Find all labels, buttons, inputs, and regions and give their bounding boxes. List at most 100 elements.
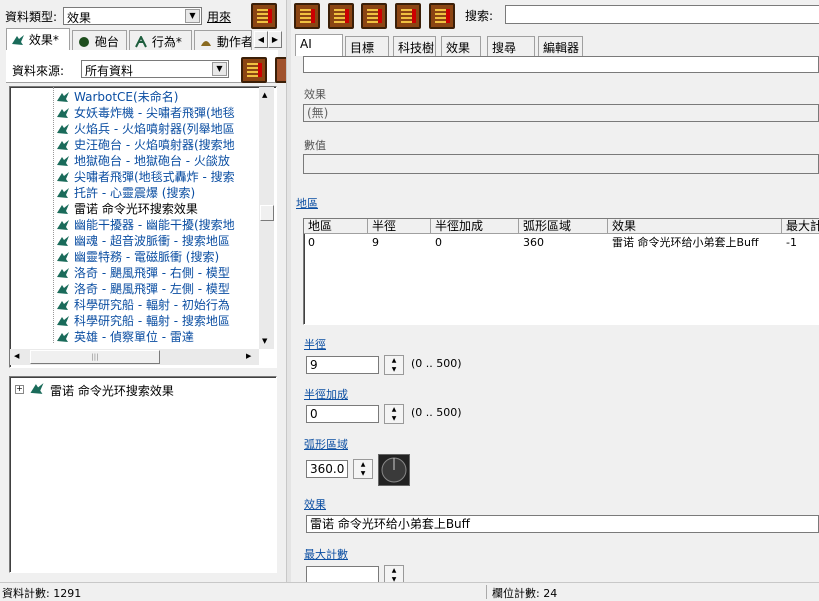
max-count-input[interactable] (306, 566, 379, 582)
radius-range: (0 .. 500) (411, 357, 462, 370)
area-grid[interactable]: 地區 半徑 半徑加成 弧形區域 效果 最大計 0 9 0 360 雷诺 命令光环… (303, 218, 819, 325)
tab-header-field[interactable] (303, 56, 819, 73)
tree-item-label: 女妖毒炸機 - 尖嘯者飛彈(地毯 (74, 106, 235, 120)
filter-toggle-icon[interactable] (251, 3, 277, 29)
table-view-icon[interactable] (294, 3, 320, 29)
tree-item[interactable]: 洛奇 - 颶風飛彈 - 左側 - 模型 (56, 281, 230, 297)
tree-item[interactable]: 史汪砲台 - 火焰噴射器(搜索地 (56, 137, 235, 153)
grid-cell: 9 (372, 236, 379, 249)
radius-link[interactable]: 半徑 (304, 336, 326, 352)
effect-icon (57, 204, 69, 214)
tab-editor[interactable]: 編輯器 (538, 36, 583, 56)
use-label[interactable]: 用來 (207, 8, 231, 25)
effect-icon (30, 383, 44, 394)
tree-item[interactable]: 幽靈特務 - 電磁脈衝 (搜索) (56, 249, 219, 265)
tree-item[interactable]: 雷诺 命令光环搜索效果 (56, 201, 198, 217)
effect2-field[interactable]: 雷诺 命令光环给小弟套上Buff (306, 515, 819, 533)
radius-bonus-input[interactable]: 0 (306, 405, 379, 423)
source-combo[interactable]: 所有資料 ▼ (81, 60, 229, 78)
edit-view-icon[interactable] (395, 3, 421, 29)
tab-ai[interactable]: AI (295, 34, 343, 56)
grid-cell: 0 (435, 236, 442, 249)
scroll-up-arrow[interactable]: ▲ (262, 91, 267, 99)
effect-icon (57, 284, 69, 294)
search-input[interactable] (505, 5, 819, 24)
tab-turret-label: 砲台 (94, 35, 119, 49)
list-view-icon[interactable] (241, 57, 267, 83)
tab-turret[interactable]: 砲台 (72, 30, 127, 50)
tree-item[interactable]: 火焰兵 - 火焰噴射器(列舉地區 (56, 121, 235, 137)
max-count-stepper[interactable]: ▲ ▼ (384, 565, 404, 582)
effect-field[interactable]: (無) (303, 104, 819, 122)
chevron-down-icon[interactable]: ▼ (185, 9, 200, 23)
tree-item[interactable]: 洛奇 - 颶風飛彈 - 右側 - 模型 (56, 265, 230, 281)
tab-scroll-right-button[interactable]: ▶ (268, 31, 282, 48)
radius-bonus-stepper[interactable]: ▲ ▼ (384, 404, 404, 424)
tab-actor[interactable]: 動作者 (194, 30, 252, 50)
value-field[interactable] (303, 154, 819, 174)
hscroll-thumb[interactable]: ||| (30, 350, 160, 364)
tree-item-label: 雷诺 命令光环搜索效果 (74, 202, 198, 216)
effect-icon (57, 268, 69, 278)
tab-behavior[interactable]: 行為* (129, 30, 192, 50)
tab-search-label: 搜尋 (492, 41, 517, 55)
export-view-icon[interactable] (429, 3, 455, 29)
effect-icon (57, 92, 69, 102)
tree-item[interactable]: 幽能干擾器 - 幽能干擾(搜索地 (56, 217, 235, 233)
tree-vscrollbar[interactable]: ▲ ▼ (259, 87, 274, 349)
tab-target[interactable]: 目標 (345, 36, 389, 56)
tab-editor-label: 編輯器 (543, 41, 580, 55)
scroll-left-arrow[interactable]: ◀ (14, 352, 19, 360)
tree-item-label: 科學研究船 - 輻射 - 搜索地區 (74, 314, 230, 328)
scroll-thumb[interactable] (260, 205, 274, 221)
arc-dial[interactable] (378, 454, 410, 486)
tree-item[interactable]: WarbotCE(未命名) (56, 89, 178, 105)
tree-item[interactable]: 英雄 - 偵察單位 - 雷達 (56, 329, 194, 345)
tree-item-label: 幽魂 - 超音波脈衝 - 搜索地區 (74, 234, 230, 248)
status-bar: 資料計數: 1291 欄位計數: 24 (0, 582, 819, 601)
tab-tech-tree[interactable]: 科技樹 (393, 36, 436, 56)
tree-item[interactable]: 地獄砲台 - 地獄砲台 - 火燄放 (56, 153, 230, 169)
radius-input[interactable]: 9 (306, 356, 379, 374)
arc-input[interactable]: 360.0 (306, 460, 348, 478)
tree-item[interactable]: 女妖毒炸機 - 尖嘯者飛彈(地毯 (56, 105, 235, 121)
data-type-combo[interactable]: 效果 ▼ (63, 7, 202, 25)
tab-effect-right-label: 效果 (446, 41, 471, 55)
tree-item-label: 英雄 - 偵察單位 - 雷達 (74, 330, 194, 344)
search-label: 搜索: (465, 9, 494, 23)
tree-item[interactable]: 托許 - 心靈震爆 (搜索) (56, 185, 195, 201)
area-link[interactable]: 地區 (296, 195, 318, 211)
effect-icon (57, 252, 69, 262)
table-row[interactable]: 0 9 0 360 雷诺 命令光环给小弟套上Buff -1 (304, 219, 819, 251)
tab-effect-right[interactable]: 效果 (441, 36, 481, 56)
tab-scroll-left-button[interactable]: ◀ (254, 31, 268, 48)
expand-box-icon[interactable]: + (15, 385, 24, 394)
tree-item[interactable]: 科學研究船 - 輻射 - 搜索地區 (56, 313, 230, 329)
turret-icon (79, 37, 89, 47)
columns-view-icon[interactable] (328, 3, 354, 29)
grid-view-icon[interactable] (361, 3, 387, 29)
radius-stepper[interactable]: ▲ ▼ (384, 355, 404, 375)
max-count-link[interactable]: 最大計數 (304, 546, 348, 562)
chevron-down-icon[interactable]: ▼ (212, 62, 227, 76)
tree-item[interactable]: 尖嘯者飛彈(地毯式轟炸 - 搜索 (56, 169, 235, 185)
radius-bonus-link[interactable]: 半徑加成 (304, 386, 348, 402)
arc-link[interactable]: 弧形區域 (304, 436, 348, 452)
effect2-link[interactable]: 效果 (304, 496, 326, 512)
tab-effect[interactable]: 效果* (6, 28, 70, 50)
tab-search[interactable]: 搜尋 (487, 36, 535, 56)
tab-effect-label: 效果* (28, 33, 59, 47)
tab-actor-label: 動作者 (216, 35, 252, 49)
behavior-icon (135, 36, 147, 48)
hierarchy-item-label[interactable]: 雷诺 命令光环搜索效果 (50, 382, 174, 399)
scroll-down-arrow[interactable]: ▼ (262, 337, 267, 345)
hierarchy-tree[interactable]: + 雷诺 命令光环搜索效果 (9, 376, 277, 573)
object-tree[interactable]: WarbotCE(未命名) 女妖毒炸機 - 尖嘯者飛彈(地毯 火焰兵 - 火焰噴射器… (9, 86, 277, 368)
tree-item[interactable]: 科學研究船 - 輻射 - 初始行為 (56, 297, 230, 313)
tree-item[interactable]: 幽魂 - 超音波脈衝 - 搜索地區 (56, 233, 230, 249)
tree-hscrollbar[interactable]: ◀ ||| ▶ (10, 349, 259, 365)
tab-target-label: 目標 (350, 41, 375, 55)
arc-stepper[interactable]: ▲ ▼ (353, 459, 373, 479)
tree-item-label: 史汪砲台 - 火焰噴射器(搜索地 (74, 138, 235, 152)
scroll-right-arrow[interactable]: ▶ (246, 352, 251, 360)
